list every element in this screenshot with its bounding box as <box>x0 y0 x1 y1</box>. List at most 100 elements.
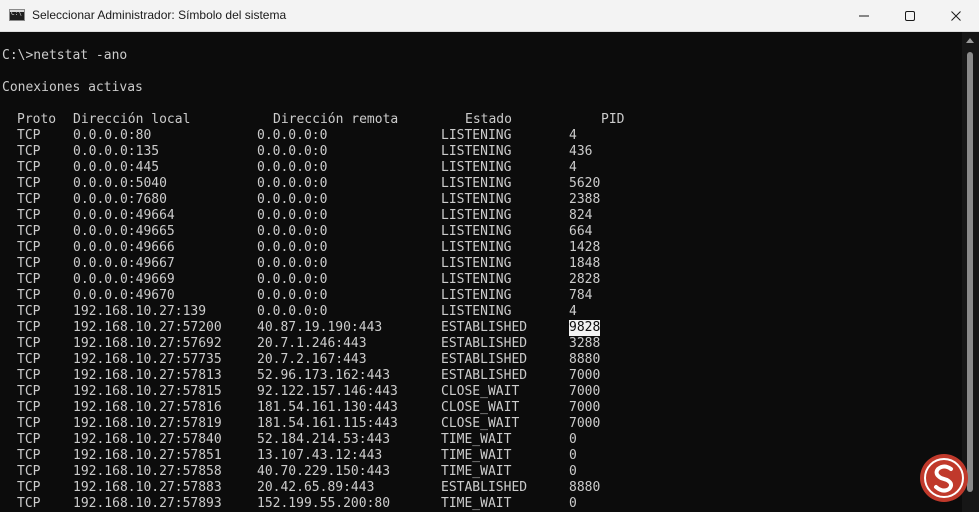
cell-proto: TCP <box>17 432 41 447</box>
cell-remote-address: 0.0.0.0:0 <box>257 208 328 223</box>
table-row: TCP 192.168.10.27:57735 20.7.2.167:443 ESTA… <box>2 352 702 368</box>
close-icon <box>951 10 961 21</box>
cell-state: LISTENING <box>441 192 512 207</box>
cell-pid: 2828 <box>569 272 601 287</box>
header-local-address: Dirección local <box>73 112 191 127</box>
cell-remote-address: 13.107.43.12:443 <box>257 448 383 463</box>
cell-state: LISTENING <box>441 224 512 239</box>
maximize-button[interactable] <box>887 0 933 31</box>
cell-proto: TCP <box>17 256 41 271</box>
table-row: TCP 192.168.10.27:57840 52.184.214.53:443 T… <box>2 432 702 448</box>
scrollbar-thumb[interactable] <box>967 52 973 492</box>
table-row: TCP 0.0.0.0:49667 0.0.0.0:0 LISTENING 1848 <box>2 256 702 272</box>
table-row: TCP 0.0.0.0:49665 0.0.0.0:0 LISTENING 664 <box>2 224 702 240</box>
table-row: TCP 0.0.0.0:49669 0.0.0.0:0 LISTENING 2828 <box>2 272 702 288</box>
cell-proto: TCP <box>17 208 41 223</box>
cell-local-address: 192.168.10.27:57893 <box>73 496 222 511</box>
cell-state: LISTENING <box>441 144 512 159</box>
cell-remote-address: 152.199.55.200:80 <box>257 496 391 511</box>
cell-pid: 3288 <box>569 336 601 351</box>
table-row: TCP 0.0.0.0:49666 0.0.0.0:0 LISTENING 1428 <box>2 240 702 256</box>
cell-state: LISTENING <box>441 304 512 319</box>
cell-local-address: 192.168.10.27:57819 <box>73 416 222 431</box>
cell-proto: TCP <box>17 224 41 239</box>
cell-remote-address: 40.70.229.150:443 <box>257 464 391 479</box>
cell-state: TIME_WAIT <box>441 448 512 463</box>
cell-proto: TCP <box>17 448 41 463</box>
table-row: TCP 192.168.10.27:57819 181.54.161.115:443… <box>2 416 702 432</box>
cell-state: TIME_WAIT <box>441 464 512 479</box>
cell-remote-address: 0.0.0.0:0 <box>257 288 328 303</box>
cell-remote-address: 0.0.0.0:0 <box>257 224 328 239</box>
cell-state: LISTENING <box>441 240 512 255</box>
cell-local-address: 192.168.10.27:57858 <box>73 464 222 479</box>
cell-state: LISTENING <box>441 176 512 191</box>
cell-local-address: 192.168.10.27:57692 <box>73 336 222 351</box>
table-row: TCP 0.0.0.0:445 0.0.0.0:0 LISTENING 4 <box>2 160 702 176</box>
cell-proto: TCP <box>17 400 41 415</box>
cell-local-address: 0.0.0.0:80 <box>73 128 152 143</box>
table-row: TCP 192.168.10.27:57816 181.54.161.130:443… <box>2 400 702 416</box>
cell-proto: TCP <box>17 480 41 495</box>
cell-proto: TCP <box>17 176 41 191</box>
cell-state: LISTENING <box>441 256 512 271</box>
cell-proto: TCP <box>17 160 41 175</box>
cell-local-address: 0.0.0.0:135 <box>73 144 160 159</box>
cell-state: LISTENING <box>441 288 512 303</box>
cell-proto: TCP <box>17 288 41 303</box>
cell-remote-address: 0.0.0.0:0 <box>257 176 328 191</box>
cell-proto: TCP <box>17 192 41 207</box>
cell-proto: TCP <box>17 352 41 367</box>
cell-remote-address: 0.0.0.0:0 <box>257 256 328 271</box>
cell-state: CLOSE_WAIT <box>441 416 520 431</box>
cell-proto: TCP <box>17 320 41 335</box>
maximize-icon <box>905 10 915 21</box>
cell-remote-address: 0.0.0.0:0 <box>257 160 328 175</box>
cell-pid: 4 <box>569 128 577 143</box>
cell-local-address: 0.0.0.0:49664 <box>73 208 175 223</box>
cell-pid: 0 <box>569 464 577 479</box>
cell-pid: 7000 <box>569 416 601 431</box>
table-row: TCP 192.168.10.27:57893 152.199.55.200:80 T… <box>2 496 702 512</box>
cell-pid: 8880 <box>569 352 601 367</box>
console-output[interactable]: C:\>netstat -ano Conexiones activas Prot… <box>0 32 962 512</box>
cell-proto: TCP <box>17 368 41 383</box>
header-proto: Proto <box>17 112 57 127</box>
cell-state: LISTENING <box>441 128 512 143</box>
cell-state: TIME_WAIT <box>441 432 512 447</box>
scroll-up-arrow-icon[interactable] <box>966 38 974 43</box>
header-state: Estado <box>465 112 512 127</box>
cell-local-address: 192.168.10.27:57851 <box>73 448 222 463</box>
cell-pid: 824 <box>569 208 593 223</box>
cell-pid: 1428 <box>569 240 601 255</box>
minimize-button[interactable] <box>841 0 887 31</box>
cell-proto: TCP <box>17 336 41 351</box>
site-logo <box>920 454 968 502</box>
cell-proto: TCP <box>17 240 41 255</box>
cell-state: TIME_WAIT <box>441 496 512 511</box>
table-row: TCP 0.0.0.0:5040 0.0.0.0:0 LISTENING 5620 <box>2 176 702 192</box>
cell-proto: TCP <box>17 464 41 479</box>
close-button[interactable] <box>933 0 979 31</box>
vertical-scrollbar[interactable] <box>962 32 979 512</box>
cell-local-address: 0.0.0.0:49669 <box>73 272 175 287</box>
cell-pid: 2388 <box>569 192 601 207</box>
cell-remote-address: 40.87.19.190:443 <box>257 320 383 335</box>
minimize-icon <box>859 15 869 16</box>
cell-remote-address: 20.42.65.89:443 <box>257 480 375 495</box>
cell-remote-address: 92.122.157.146:443 <box>257 384 398 399</box>
cell-remote-address: 0.0.0.0:0 <box>257 144 328 159</box>
cell-local-address: 0.0.0.0:49667 <box>73 256 175 271</box>
window-titlebar[interactable]: C:\ Seleccionar Administrador: Símbolo d… <box>0 0 979 32</box>
cell-state: CLOSE_WAIT <box>441 400 520 415</box>
cell-pid: 4 <box>569 304 577 319</box>
table-row: TCP 192.168.10.27:57883 20.42.65.89:443 EST… <box>2 480 702 496</box>
cell-pid: 8880 <box>569 480 601 495</box>
header-pid: PID <box>601 112 625 127</box>
cell-local-address: 192.168.10.27:57735 <box>73 352 222 367</box>
cell-pid: 436 <box>569 144 593 159</box>
table-header: Proto Dirección local Dirección remota E… <box>2 112 702 128</box>
table-row: TCP 192.168.10.27:57858 40.70.229.150:443 T… <box>2 464 702 480</box>
cell-local-address: 192.168.10.27:57815 <box>73 384 222 399</box>
cell-pid: 4 <box>569 160 577 175</box>
